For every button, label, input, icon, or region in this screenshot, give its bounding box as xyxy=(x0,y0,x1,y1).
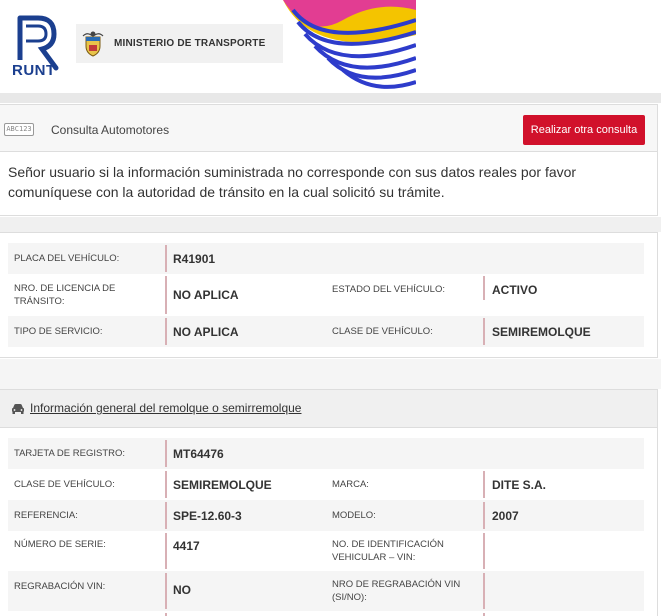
placa-label: PLACA DEL VEHÍCULO: xyxy=(14,253,120,264)
table-row: REFERENCIA: SPE-12.60-3 MODELO: 2007 xyxy=(8,500,644,531)
cell-divider xyxy=(165,502,167,529)
table-row: PLACA DEL VEHÍCULO: R41901 xyxy=(8,243,644,274)
vehicle-summary-card: PLACA DEL VEHÍCULO: R41901 NRO. DE LICEN… xyxy=(0,232,658,358)
cell-divider xyxy=(165,533,167,569)
cell-divider xyxy=(165,440,167,467)
placa-value: R41901 xyxy=(173,252,216,266)
serie-label: NÚMERO DE SERIE: xyxy=(14,539,106,550)
cell-divider xyxy=(165,245,167,272)
vin-label: NO. DE IDENTIFICACIÓN VEHICULAR – VIN: xyxy=(332,539,444,563)
servicio-value: NO APLICA xyxy=(173,325,239,339)
table-row: REGRABACIÓN VIN: NO NRO DE REGRABACIÓN V… xyxy=(8,571,644,611)
runt-label: RUNT xyxy=(12,62,56,79)
table-row: NÚMERO DE SERIE: 4417 NO. DE IDENTIFICAC… xyxy=(8,531,644,571)
decorative-waves-art xyxy=(283,0,416,93)
clase-value: SEMIREMOLQUE xyxy=(492,325,591,339)
cell-divider xyxy=(165,573,167,609)
remolque-details-card: TARJETA DE REGISTRO: MT64476 CLASE DE VE… xyxy=(0,427,658,616)
tarjeta-value: MT64476 xyxy=(173,447,224,461)
servicio-label: TIPO DE SERVICIO: xyxy=(14,326,103,337)
header-divider xyxy=(0,93,661,103)
table-row: TIPO DE SERVICIO: NO APLICA CLASE DE VEH… xyxy=(8,316,644,347)
ministry-logo: MINISTERIO DE TRANSPORTE xyxy=(76,24,286,63)
new-search-button[interactable]: Realizar otra consulta xyxy=(523,115,645,145)
clase-label: CLASE DE VEHÍCULO: xyxy=(14,479,115,490)
regrabacion-value: NO xyxy=(173,583,191,597)
table-row: CLASE DE VEHÍCULO: SEMIREMOLQUE MARCA: D… xyxy=(8,469,644,500)
cell-divider xyxy=(165,276,167,314)
referencia-label: REFERENCIA: xyxy=(14,510,78,521)
modelo-value: 2007 xyxy=(492,509,519,523)
cell-divider xyxy=(483,502,485,529)
table-row: TARJETA DE REGISTRO: MT64476 xyxy=(8,438,644,469)
table-row xyxy=(8,611,644,616)
consulta-bar: ABC123 Consulta Automotores Realizar otr… xyxy=(0,104,658,152)
estado-label: ESTADO DEL VEHÍCULO: xyxy=(332,284,445,295)
remolque-section-header[interactable]: Información general del remolque o semir… xyxy=(0,389,658,427)
cell-divider xyxy=(483,318,485,345)
cell-divider xyxy=(483,533,485,569)
clase-value: SEMIREMOLQUE xyxy=(173,478,272,492)
consulta-title: Consulta Automotores xyxy=(51,123,170,137)
license-plate-icon: ABC123 xyxy=(4,123,34,136)
clase-label: CLASE DE VEHÍCULO: xyxy=(332,326,433,337)
cell-divider xyxy=(483,471,485,498)
marca-label: MARCA: xyxy=(332,479,369,490)
site-header: RUNT MINISTERIO DE TRANSPORTE xyxy=(0,0,661,93)
tarjeta-label: TARJETA DE REGISTRO: xyxy=(14,448,126,459)
modelo-label: MODELO: xyxy=(332,510,376,521)
serie-value: 4417 xyxy=(173,539,200,553)
car-icon xyxy=(12,404,24,414)
coat-of-arms-icon xyxy=(82,31,104,57)
cell-divider xyxy=(165,318,167,345)
licencia-label: NRO. DE LICENCIA DE TRÁNSITO: xyxy=(14,283,116,307)
ministry-label: MINISTERIO DE TRANSPORTE xyxy=(114,38,266,49)
nro-regrabacion-label: NRO DE REGRABACIÓN VIN (SI/NO): xyxy=(332,579,461,603)
cell-divider xyxy=(483,276,485,300)
cell-divider xyxy=(165,471,167,498)
regrabacion-label: REGRABACIÓN VIN: xyxy=(14,581,106,592)
referencia-value: SPE-12.60-3 xyxy=(173,509,242,523)
section-gap xyxy=(0,217,661,232)
section-gap xyxy=(0,359,661,389)
cell-divider xyxy=(483,573,485,609)
notice-message: Señor usuario si la información suminist… xyxy=(0,152,658,216)
licencia-value: NO APLICA xyxy=(173,288,239,302)
table-row: NRO. DE LICENCIA DE TRÁNSITO: NO APLICA … xyxy=(8,274,644,316)
estado-value: ACTIVO xyxy=(492,283,538,297)
remolque-section-title[interactable]: Información general del remolque o semir… xyxy=(30,401,301,415)
marca-value: DITE S.A. xyxy=(492,478,547,492)
